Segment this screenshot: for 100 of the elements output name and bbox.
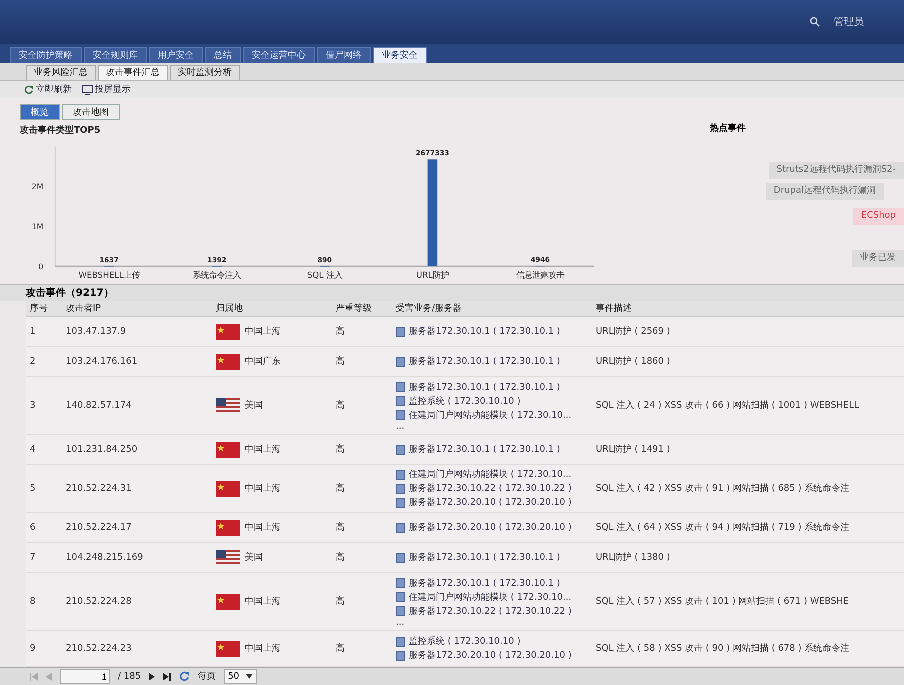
column-header[interactable]: 序号 (26, 301, 62, 317)
server-icon (396, 552, 405, 562)
column-header[interactable]: 攻击者IP (62, 301, 212, 317)
hot-event-tag[interactable]: 业务已发 (852, 250, 904, 267)
attacker-ip: 140.82.57.174 (66, 400, 132, 410)
event-description: SQL 注入 ( 64 ) XSS 攻击 ( 94 ) 网站扫描 ( 719 ) 系统命令注 (596, 522, 850, 534)
attacker-ip: 104.248.215.169 (66, 552, 144, 562)
attacker-ip: 210.52.224.23 (66, 644, 132, 654)
module-tab[interactable]: 僵尸网络 (317, 47, 371, 63)
row-number: 2 (30, 356, 36, 366)
location-text: 中国上海 (245, 522, 281, 534)
chart-title: 攻击事件类型TOP5 (20, 124, 102, 137)
server-name[interactable]: 服务器172.30.20.10 ( 172.30.20.10 ) (409, 649, 572, 662)
server-icon (396, 522, 405, 532)
attacker-ip: 103.24.176.161 (66, 356, 138, 366)
severity-text: 高 (336, 642, 345, 655)
sub-tab[interactable]: 攻击事件汇总 (98, 65, 168, 80)
monitor-icon (82, 84, 93, 94)
module-tab[interactable]: 安全防护策略 (10, 47, 82, 63)
location-text: 中国上海 (245, 444, 281, 456)
module-tab[interactable]: 用户安全 (149, 47, 203, 63)
module-tab[interactable]: 总结 (205, 47, 241, 63)
server-name[interactable]: 服务器172.30.10.22 ( 172.30.10.22 ) (409, 482, 572, 495)
severity-text: 高 (336, 482, 345, 495)
flag-icon (216, 398, 240, 414)
search-icon[interactable] (810, 17, 820, 27)
row-number: 3 (30, 400, 36, 410)
row-number: 1 (30, 326, 36, 336)
server-name[interactable]: 住建局门户网站功能模块 ( 172.30.10... (409, 590, 572, 604)
severity-text: 高 (336, 356, 345, 368)
attacker-ip: 103.47.137.9 (66, 326, 126, 336)
column-header[interactable]: 受害业务/服务器 (392, 301, 592, 317)
server-name[interactable]: 服务器172.30.20.10 ( 172.30.20.10 ) (409, 496, 572, 509)
row-number: 9 (30, 644, 36, 654)
toolbar-button[interactable]: 投屏显示 (82, 83, 131, 96)
server-name[interactable]: 服务器172.30.10.22 ( 172.30.10.22 ) (409, 604, 572, 618)
severity-text: 高 (336, 596, 345, 608)
module-tab[interactable]: 安全运营中心 (243, 47, 315, 63)
flag-icon (216, 550, 240, 566)
server-name[interactable]: 住建局门户网站功能模块 ( 172.30.10... (409, 408, 572, 422)
location-text: 美国 (245, 552, 263, 564)
y-tick-label: 0 (38, 262, 44, 272)
x-category-label: 系统命令注入 (193, 270, 242, 280)
flag-icon (216, 442, 240, 458)
attacker-ip: 210.52.224.17 (66, 522, 132, 532)
location-text: 中国上海 (245, 482, 281, 495)
more-ellipsis: ... (396, 618, 406, 626)
caret-icon (246, 674, 253, 679)
per-page-select[interactable]: 50 (224, 669, 257, 684)
server-name[interactable]: 住建局门户网站功能模块 ( 172.30.10... (409, 468, 572, 481)
y-tick-label: 1M (32, 222, 44, 232)
column-header[interactable]: 严重等级 (332, 301, 392, 317)
server-name[interactable]: 监控系统 ( 172.30.10.10 ) (409, 635, 521, 648)
flag-icon (216, 324, 240, 340)
flag-icon (216, 480, 240, 496)
column-header[interactable]: 归属地 (212, 301, 332, 317)
row-number: 8 (30, 596, 36, 606)
server-name[interactable]: 监控系统 ( 172.30.10.10 ) (409, 394, 521, 408)
location-text: 中国广东 (245, 356, 281, 368)
row-number: 5 (30, 484, 36, 494)
event-description: URL防护 ( 2569 ) (596, 326, 670, 338)
y-tick-label: 2M (32, 182, 44, 192)
last-page-icon[interactable] (163, 672, 172, 680)
x-category-label: 信息泄露攻击 (516, 270, 564, 280)
table-title: 攻击事件（9217） (0, 284, 904, 301)
row-number: 6 (30, 522, 36, 532)
refresh-icon[interactable] (179, 671, 190, 682)
sub-tab[interactable]: 实时监测分析 (170, 65, 240, 80)
row-number: 4 (30, 444, 36, 454)
hot-event-tag[interactable]: Drupal远程代码执行漏洞 (766, 183, 884, 200)
page-input[interactable]: 1 (60, 669, 110, 684)
next-page-icon[interactable] (149, 672, 156, 680)
view-tab[interactable]: 概览 (20, 104, 60, 120)
more-ellipsis: ... (396, 422, 406, 430)
column-header[interactable]: 事件描述 (592, 301, 904, 317)
event-description: URL防护 ( 1491 ) (596, 444, 670, 456)
hot-event-tag[interactable]: Struts2远程代码执行漏洞S2- (768, 162, 904, 179)
server-icon (396, 444, 405, 454)
attacker-ip: 210.52.224.31 (66, 484, 132, 494)
server-name[interactable]: 服务器172.30.10.1 ( 172.30.10.1 ) (409, 576, 560, 590)
server-name[interactable]: 服务器172.30.10.1 ( 172.30.10.1 ) (409, 380, 560, 394)
module-tab[interactable]: 业务安全 (373, 47, 427, 63)
flag-icon (216, 640, 240, 656)
hot-event-tag[interactable]: ECShop (853, 208, 904, 225)
x-category-label: WEBSHELL上传 (78, 270, 140, 280)
user-name[interactable]: 管理员 (834, 15, 864, 29)
flag-icon (216, 354, 240, 370)
sub-tab[interactable]: 业务风险汇总 (26, 65, 96, 80)
event-description: URL防护 ( 1380 ) (596, 552, 670, 564)
refresh-icon (24, 84, 34, 94)
toolbar-button[interactable]: 立即刷新 (24, 83, 72, 96)
page-total: / 185 (118, 672, 142, 682)
server-icon (396, 356, 405, 366)
location-text: 中国上海 (245, 596, 281, 608)
view-tab[interactable]: 攻击地图 (62, 104, 120, 120)
module-tab[interactable]: 安全规则库 (84, 47, 147, 63)
row-number: 7 (30, 552, 36, 562)
location-text: 中国上海 (245, 642, 281, 655)
severity-text: 高 (336, 444, 345, 456)
severity-text: 高 (336, 400, 345, 412)
